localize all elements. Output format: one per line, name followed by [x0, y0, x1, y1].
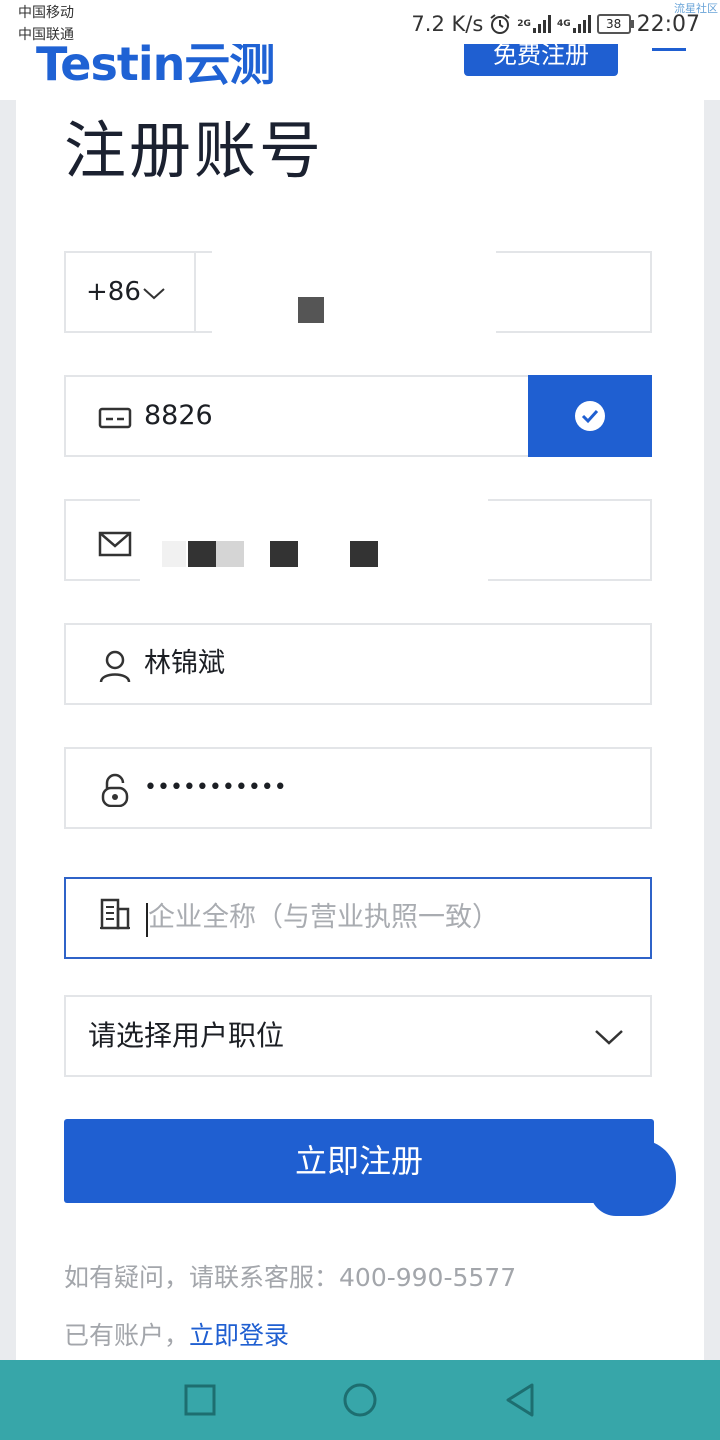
chevron-down-icon [143, 288, 165, 300]
check-circle-icon [575, 401, 605, 431]
network-type-1: 2G [517, 18, 531, 29]
status-icons: 7.2 K/s 2G 4G 38 22:07 [411, 8, 700, 40]
top-header: Testin云测 免费注册 [0, 44, 720, 100]
nav-back-icon[interactable] [500, 1380, 540, 1420]
signal-icon [532, 15, 551, 33]
country-code: +86 [86, 277, 141, 307]
captcha-input[interactable]: 8826 [144, 377, 213, 455]
redaction-pixel [270, 541, 298, 567]
company-input[interactable]: 企业全称（与营业执照一致） [148, 879, 499, 957]
redaction [212, 251, 496, 335]
role-select[interactable]: 请选择用户职位 [64, 995, 652, 1077]
network-speed: 7.2 K/s [411, 12, 484, 36]
redaction-pixel [216, 541, 244, 567]
carrier-2: 中国联通 [18, 27, 74, 43]
redaction-pixel [162, 541, 186, 567]
login-line: 已有账户，立即登录 [64, 1316, 289, 1352]
has-account-text: 已有账户， [64, 1321, 190, 1350]
role-select-label: 请选择用户职位 [88, 1019, 285, 1052]
mail-icon [98, 531, 132, 557]
page-title: 注册账号 [64, 114, 325, 187]
carrier-1: 中国移动 [18, 5, 74, 21]
redaction-pixel [298, 297, 324, 323]
phone-field: +86 [64, 251, 652, 335]
password-field: ••••••••••• [64, 747, 652, 829]
menu-icon[interactable] [652, 48, 686, 59]
network-type-2: 4G [556, 18, 571, 29]
lock-icon [101, 773, 129, 807]
name-field: 林锦斌 [64, 623, 652, 705]
alarm-icon [490, 14, 510, 34]
captcha-card-icon [98, 407, 132, 429]
free-register-button[interactable]: 免费注册 [464, 44, 618, 76]
building-icon [100, 898, 130, 930]
status-bar: 中国移动 中国联通 7.2 K/s 2G 4G 38 22:07 流星社区 [0, 0, 720, 44]
nav-square-icon[interactable] [180, 1380, 220, 1420]
redaction-pixel [350, 541, 378, 567]
verify-button[interactable] [528, 375, 652, 457]
name-input[interactable]: 林锦斌 [144, 625, 225, 703]
country-code-select[interactable]: +86 [66, 253, 196, 331]
brand-logo[interactable]: Testin云测 [36, 44, 275, 94]
redaction-pixel [188, 541, 216, 567]
captcha-field: 8826 [64, 375, 652, 457]
user-icon [99, 650, 131, 683]
nav-circle-icon[interactable] [340, 1380, 380, 1420]
login-link[interactable]: 立即登录 [189, 1321, 289, 1350]
email-field [64, 497, 652, 585]
system-nav-bar [0, 1360, 720, 1440]
signal-icon-2 [572, 15, 591, 33]
watermark-tag: 流星社区 [674, 2, 718, 15]
company-field: 企业全称（与营业执照一致） [64, 877, 652, 959]
battery-icon: 38 [596, 14, 634, 34]
chevron-down-icon [595, 1030, 623, 1045]
register-submit-button[interactable]: 立即注册 [64, 1119, 654, 1203]
help-text: 如有疑问，请联系客服：400-990-5577 [64, 1263, 517, 1292]
password-input[interactable]: ••••••••••• [144, 749, 287, 827]
